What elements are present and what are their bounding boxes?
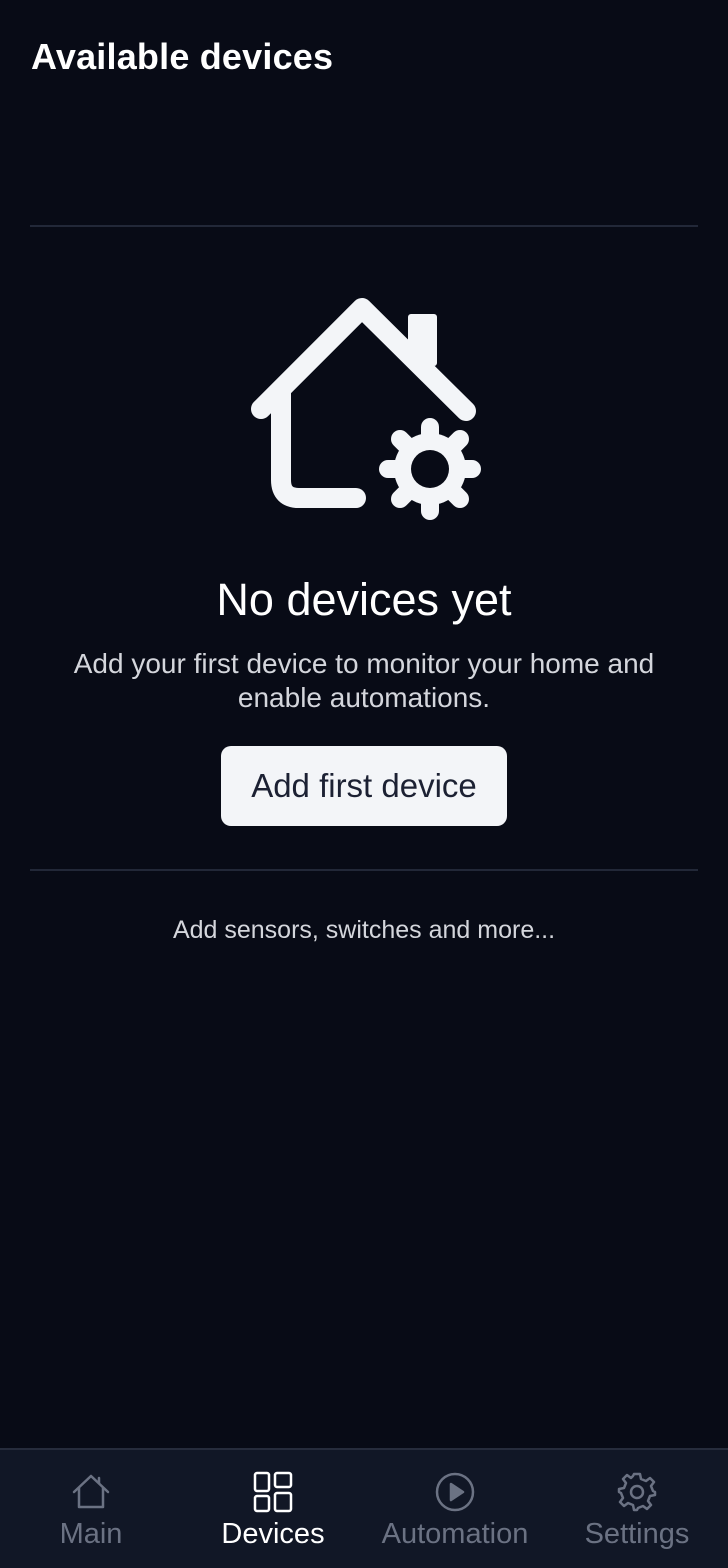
- tab-devices-label: Devices: [221, 1518, 325, 1550]
- page-title: Available devices: [31, 36, 334, 77]
- add-first-device-button[interactable]: Add first device: [221, 746, 507, 826]
- tab-automation[interactable]: Automation: [364, 1450, 546, 1568]
- hint-text: Add sensors, switches and more...: [172, 916, 556, 944]
- grid-icon: [253, 1471, 293, 1513]
- empty-state-title: No devices yet: [216, 574, 512, 625]
- home-gear-icon: [251, 298, 481, 520]
- tab-settings[interactable]: Settings: [546, 1450, 728, 1568]
- tab-devices[interactable]: Devices: [182, 1450, 364, 1568]
- empty-state-description: Add your first device to monitor your ho…: [73, 648, 655, 713]
- gear-icon: [617, 1472, 657, 1512]
- bottom-divider: [30, 869, 698, 871]
- tab-settings-label: Settings: [584, 1518, 690, 1550]
- home-icon: [72, 1474, 110, 1509]
- tab-automation-label: Automation: [381, 1518, 529, 1550]
- tab-main-label: Main: [59, 1518, 123, 1550]
- play-circle-icon: [435, 1472, 475, 1512]
- bottom-tab-bar: Main Devices Automation Settings: [0, 1448, 728, 1568]
- tab-main[interactable]: Main: [0, 1450, 182, 1568]
- devices-screen: Available devices No devices yet Add you…: [0, 0, 728, 1568]
- top-divider: [30, 225, 698, 227]
